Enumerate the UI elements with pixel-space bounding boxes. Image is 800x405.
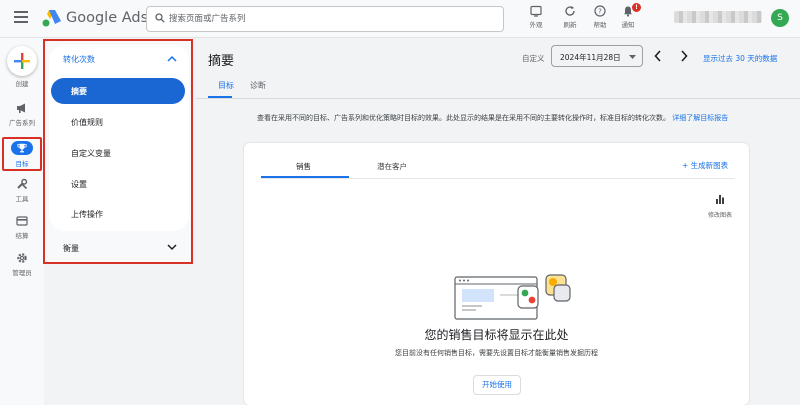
rail-item-billing[interactable]: 结算 (2, 215, 42, 240)
rail-label-campaigns: 广告系列 (9, 119, 35, 127)
hamburger-menu-icon[interactable] (14, 11, 28, 25)
megaphone-icon (17, 103, 25, 113)
google-ads-logo[interactable] (42, 9, 62, 27)
billing-icon (16, 216, 28, 226)
subnav-item-label: 自定义变量 (71, 149, 111, 158)
empty-state-subtitle: 您目前没有任何销售目标，需要先设置目标才能衡量销售发掘历程 (395, 349, 598, 357)
page-title: 摘要 (208, 54, 235, 69)
subnav-measurement[interactable]: 衡量 (49, 237, 189, 259)
subnav-item-label: 上传操作 (71, 210, 103, 219)
chevron-up-icon (167, 55, 177, 62)
notification-badge: ! (632, 3, 641, 12)
rail-label-admin: 管理员 (12, 269, 32, 277)
get-started-button[interactable]: 开始使用 (473, 375, 521, 395)
search-icon (155, 13, 165, 23)
trophy-icon (17, 143, 27, 153)
plus-icon (14, 53, 30, 69)
search-input[interactable] (169, 10, 489, 28)
refresh-button[interactable]: 刷新 (555, 5, 585, 29)
notifications-button[interactable]: ! 通知 (613, 3, 643, 29)
subnav-item-summary[interactable]: 摘要 (51, 78, 185, 104)
goals-summary-card: 销售 潜在客户 + 生成新图表 修改图表 您的销售目标将显示在此处 您目前没有任… (244, 143, 749, 405)
conversions-subnav: 转化次数 摘要 价值规则 自定义变量 设置 上传操作 衡量 (43, 39, 193, 264)
plus-icon: + (682, 161, 689, 170)
help-button[interactable]: ? 帮助 (585, 5, 615, 29)
tab-diagnostics[interactable]: 诊断 (250, 80, 266, 91)
date-custom-label: 自定义 (522, 54, 545, 63)
subnav-item-label: 摘要 (71, 87, 87, 96)
appearance-button[interactable]: 外观 (521, 5, 551, 29)
notifications-label: 通知 (621, 21, 635, 29)
account-info-blurred[interactable] (674, 11, 762, 23)
chevron-left-icon[interactable] (654, 50, 662, 62)
rail-item-goals[interactable]: 目标 (2, 137, 42, 171)
subnav-item-label: 设置 (71, 180, 87, 189)
chevron-down-icon (167, 244, 177, 251)
rail-item-tools[interactable]: 工具 (2, 178, 42, 203)
subnav-item-label: 价值规则 (71, 118, 103, 127)
learn-more-link[interactable]: 详细了解目标报告 (672, 114, 728, 122)
edit-chart-label: 修改图表 (707, 212, 732, 219)
rail-item-admin[interactable]: 管理员 (2, 252, 42, 277)
chevron-right-icon[interactable] (680, 50, 688, 62)
rail-label-tools: 工具 (15, 195, 29, 203)
rail-item-campaigns[interactable]: 广告系列 (2, 102, 42, 127)
dropdown-triangle-icon (629, 55, 636, 59)
subnav-group-label: 转化次数 (63, 55, 95, 64)
card-tabs-divider (261, 178, 735, 179)
bar-chart-icon (716, 195, 724, 204)
subnav-measurement-label: 衡量 (63, 244, 79, 253)
new-chart-label: 生成新图表 (690, 161, 729, 170)
subnav-group-header[interactable]: 转化次数 (49, 45, 189, 73)
appearance-icon (530, 5, 542, 17)
date-range-value: 2024年11月28日 (560, 53, 621, 62)
subnav-item-settings[interactable]: 设置 (51, 171, 185, 197)
edit-chart-button[interactable]: 修改图表 (704, 189, 736, 219)
help-label: 帮助 (593, 21, 607, 29)
tabs-divider (196, 98, 800, 99)
brand-name: Google Ads (66, 10, 149, 26)
refresh-label: 刷新 (563, 21, 577, 29)
goals-active-pill (11, 141, 33, 155)
appearance-label: 外观 (529, 21, 543, 29)
subnav-item-custom-variables[interactable]: 自定义变量 (51, 140, 185, 166)
left-rail: 创建 广告系列 目标 工具 结算 管理员 (0, 38, 44, 405)
avatar[interactable]: S (771, 9, 789, 27)
subnav-item-uploads[interactable]: 上传操作 (51, 201, 185, 227)
empty-state-illustration (454, 274, 571, 320)
date-range-picker[interactable]: 2024年11月28日 (551, 45, 643, 67)
empty-state-title: 您的销售目标将显示在此处 (424, 328, 569, 342)
card-tab-sales[interactable]: 销售 (296, 161, 311, 172)
admin-gear-icon (17, 253, 27, 263)
card-tab-leads[interactable]: 潜在客户 (377, 161, 407, 172)
create-button[interactable] (7, 46, 37, 76)
rail-label-goals: 目标 (15, 160, 29, 168)
create-label: 创建 (15, 80, 29, 88)
svg-text:?: ? (598, 8, 602, 16)
new-chart-button[interactable]: + 生成新图表 (682, 160, 728, 171)
goals-description: 查看在采用不同的目标、广告系列和优化策略时目标的效果。此处显示的结果是在采用不同… (257, 113, 749, 124)
search-box[interactable] (146, 6, 504, 32)
subnav-item-value-rules[interactable]: 价值规则 (51, 109, 185, 135)
top-bar: Google Ads 外观 刷新 ? 帮助 ! 通知 (0, 0, 800, 38)
show-last-30-days-link[interactable]: 显示过去 30 天的数据 (703, 53, 777, 64)
refresh-icon (565, 6, 575, 16)
description-text: 查看在采用不同的目标、广告系列和优化策略时目标的效果。此处显示的结果是在采用不同… (257, 114, 670, 122)
rail-label-billing: 结算 (15, 232, 29, 240)
tab-goals[interactable]: 目标 (218, 80, 234, 91)
tools-icon (17, 178, 28, 190)
help-icon: ? (594, 5, 606, 17)
